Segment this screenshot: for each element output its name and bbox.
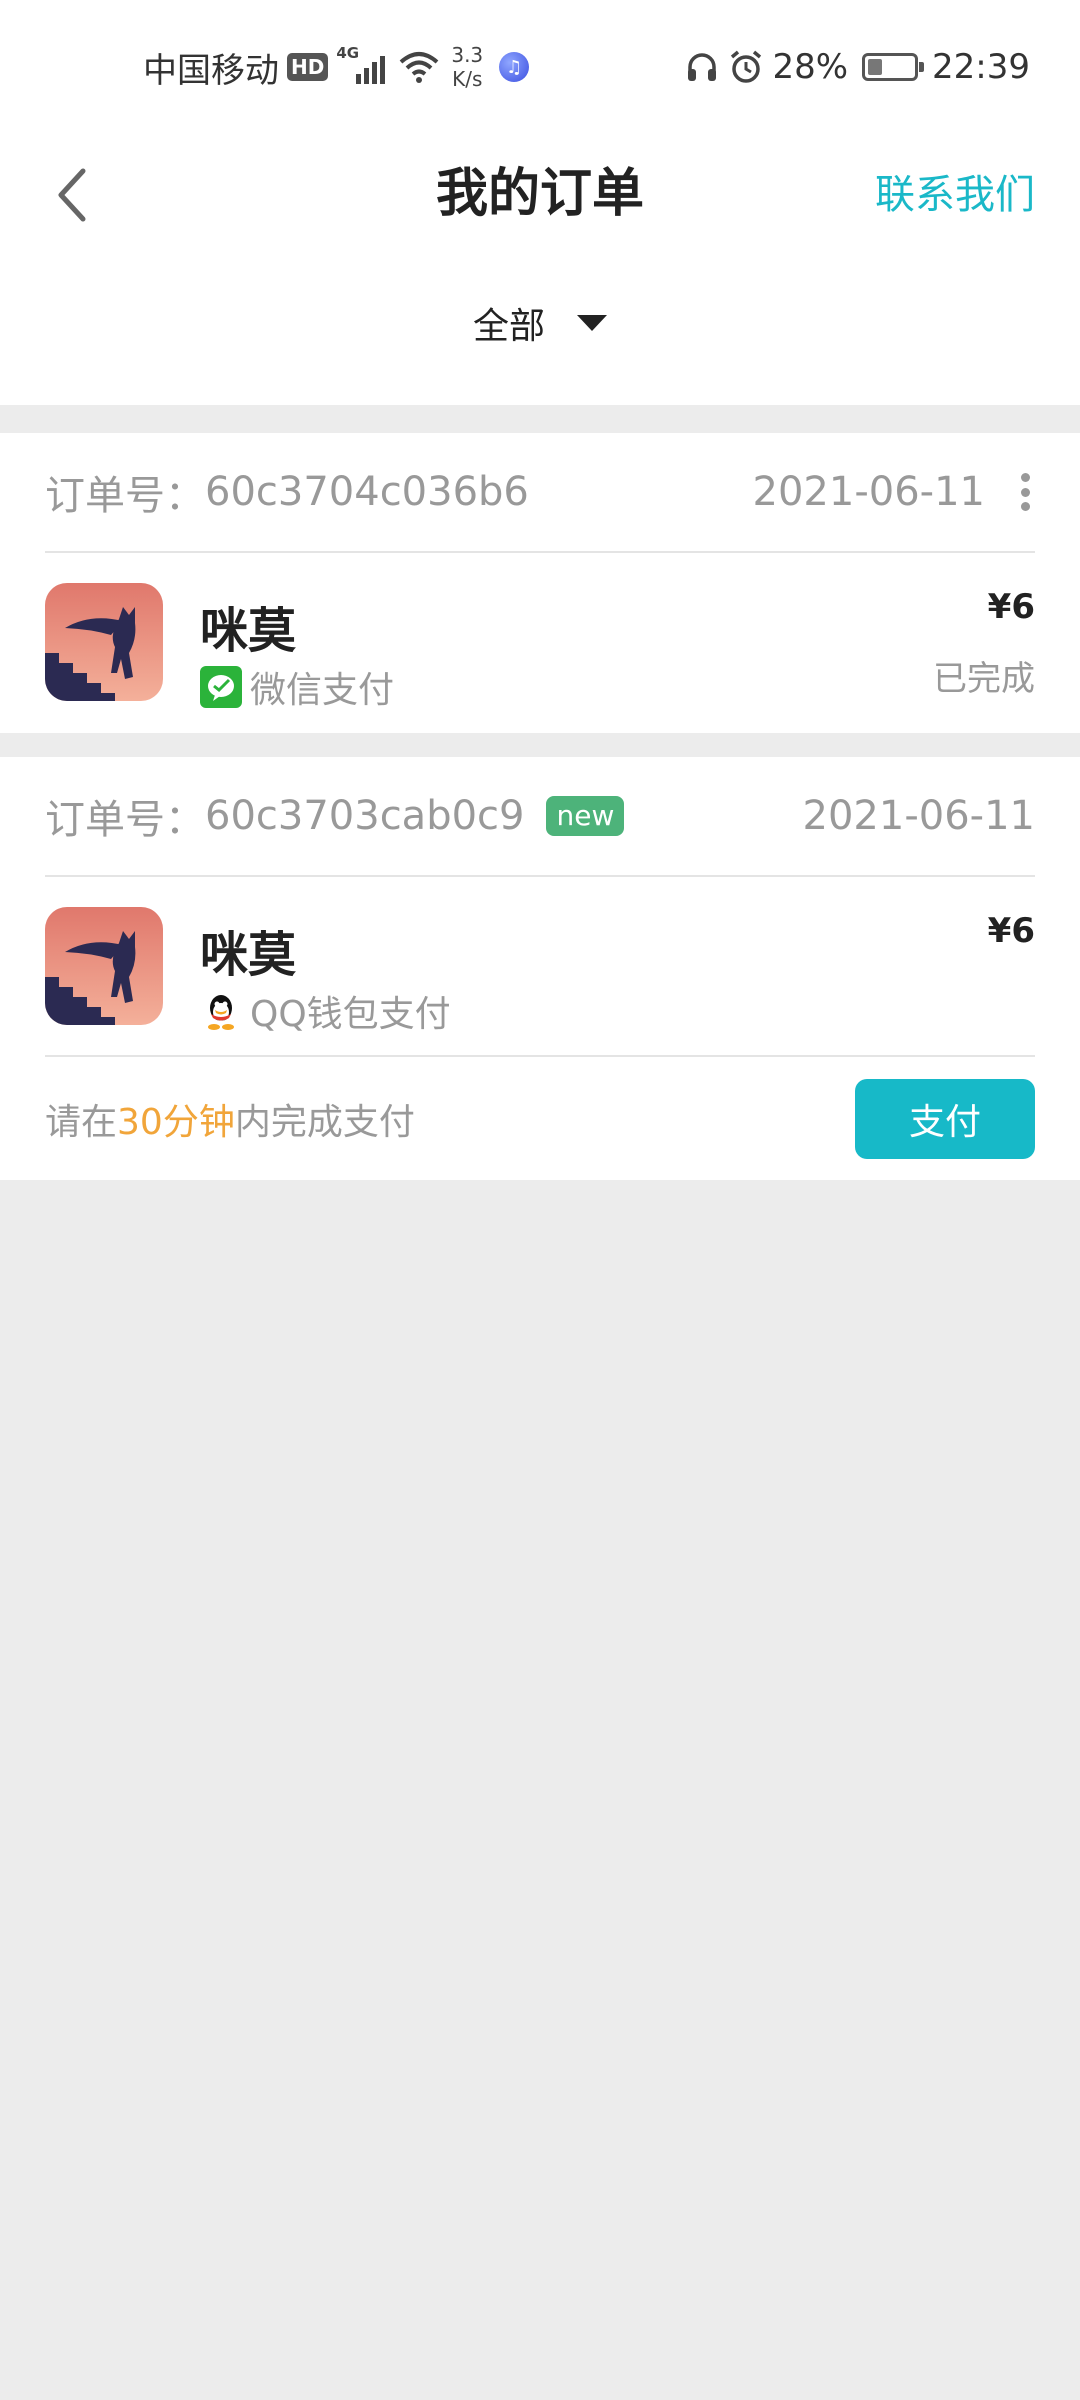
clock: 22:39 — [932, 47, 1030, 87]
hd-icon: HD — [287, 53, 329, 81]
order-header: 订单号： 60c3703cab0c9 new 2021-06-11 — [45, 757, 1035, 877]
battery-icon — [862, 53, 925, 81]
carrier-name: 中国移动 — [143, 50, 279, 91]
order-price: ¥6 — [987, 587, 1035, 627]
order-number: 60c3704c036b6 — [205, 469, 529, 515]
payment-label: 微信支付 — [250, 670, 395, 711]
new-badge: new — [546, 796, 625, 836]
payment-deadline-notice: 请在30分钟内完成支付 — [45, 1101, 415, 1143]
order-date: 2021-06-11 — [752, 469, 985, 515]
app-icon — [45, 907, 163, 1025]
status-bar-right: 28% 22:39 — [684, 42, 1030, 92]
more-options-icon[interactable] — [1015, 467, 1035, 517]
deadline-highlight: 30分钟 — [117, 1101, 235, 1143]
order-date: 2021-06-11 — [802, 793, 1035, 839]
order-filter: 全部 — [0, 260, 1080, 405]
app-header: 我的订单 联系我们 — [0, 130, 1080, 260]
order-header: 订单号： 60c3704c036b6 2021-06-11 — [45, 433, 1035, 553]
app-name: 咪莫 — [200, 927, 297, 983]
order-body: 咪莫 QQ钱包支付 ¥6 — [45, 877, 1035, 1055]
music-app-icon: ♫ — [499, 52, 530, 82]
app-name: 咪莫 — [200, 603, 297, 659]
filter-dropdown[interactable]: 全部 — [473, 297, 607, 349]
payment-footer: 请在30分钟内完成支付 支付 — [45, 1055, 1035, 1180]
network-speed: 3.3 K/s — [451, 43, 484, 91]
order-status: 已完成 — [933, 659, 1035, 699]
contact-us-link[interactable]: 联系我们 — [875, 160, 1035, 230]
wifi-icon — [400, 52, 439, 83]
filter-selected-label: 全部 — [472, 305, 545, 347]
order-body: 咪莫 微信支付 ¥6 已完成 — [45, 553, 1035, 731]
status-bar-left: 中国移动 HD 4G 3.3 K/s ♫ — [143, 42, 530, 92]
wechat-pay-icon — [200, 666, 242, 708]
order-number-label: 订单号： — [45, 473, 205, 519]
headphones-icon — [688, 53, 717, 81]
order-card[interactable]: 订单号： 60c3703cab0c9 new 2021-06-11 咪莫 QQ钱… — [0, 757, 1080, 1180]
signal-icon: 4G — [336, 44, 386, 84]
payment-method: QQ钱包支付 — [200, 985, 451, 1037]
caret-down-icon — [577, 314, 607, 331]
order-number: 60c3703cab0c9 — [205, 793, 525, 839]
payment-label: QQ钱包支付 — [250, 994, 451, 1035]
order-number-label: 订单号： — [45, 797, 205, 843]
pay-button[interactable]: 支付 — [855, 1078, 1035, 1159]
payment-method: 微信支付 — [200, 661, 394, 713]
status-bar: 中国移动 HD 4G 3.3 K/s ♫ 28% 22:39 — [0, 0, 1080, 130]
qq-wallet-icon — [208, 995, 234, 1030]
order-card[interactable]: 订单号： 60c3704c036b6 2021-06-11 咪莫 微信支付 ¥6… — [0, 433, 1080, 733]
alarm-icon — [731, 50, 762, 83]
app-icon — [45, 583, 163, 701]
order-price: ¥6 — [987, 911, 1035, 951]
battery-percent: 28% — [772, 47, 849, 87]
